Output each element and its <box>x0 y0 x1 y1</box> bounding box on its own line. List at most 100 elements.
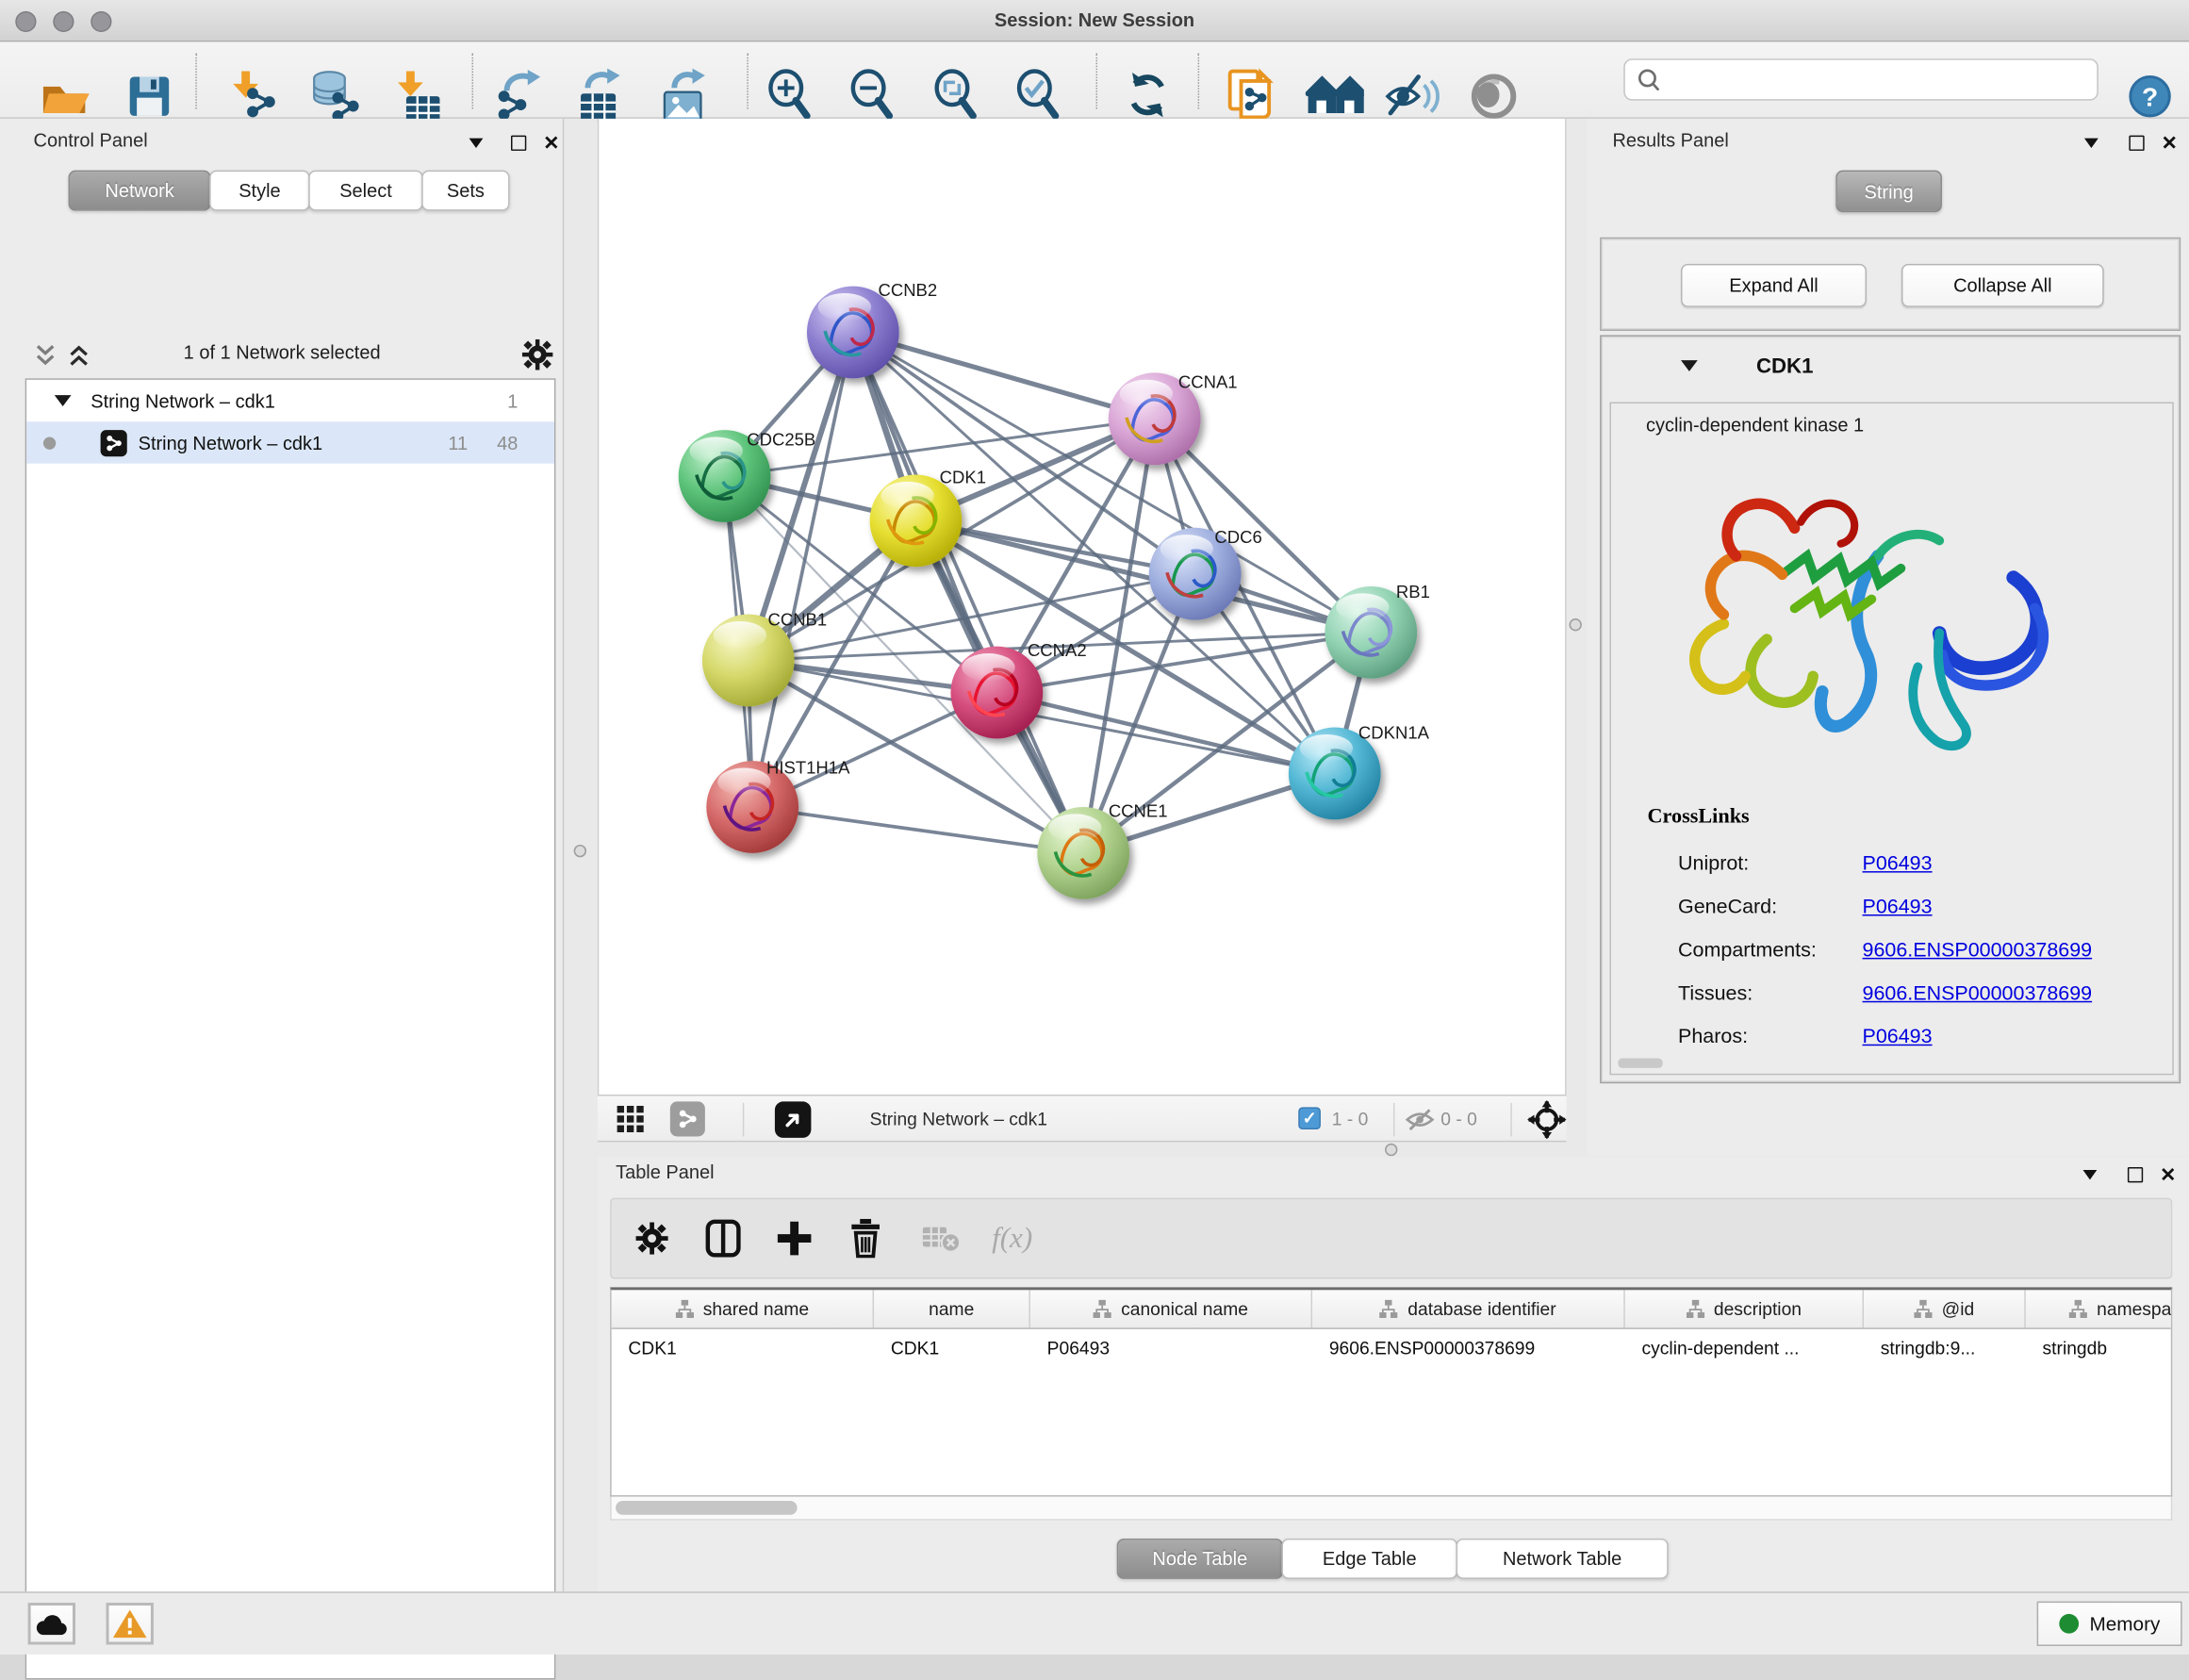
warning-status-icon[interactable] <box>107 1603 154 1644</box>
node-CCNA1[interactable]: CCNA1 <box>1109 372 1238 465</box>
table-panel-float-icon[interactable] <box>2122 1161 2148 1187</box>
expand-all-button[interactable]: Expand All <box>1681 264 1867 307</box>
tab-select[interactable]: Select <box>308 171 422 211</box>
hide-selected-eye-icon[interactable] <box>1384 67 1442 125</box>
node-CDKN1A[interactable]: CDKN1A <box>1289 722 1430 819</box>
crosslink-link[interactable]: P06493 <box>1863 1026 1933 1048</box>
network-view-title: String Network – cdk1 <box>870 1109 1047 1129</box>
delete-column-trash-icon[interactable] <box>848 1219 882 1258</box>
table-hscrollbar-thumb[interactable] <box>616 1501 798 1515</box>
results-panel-float-icon[interactable] <box>2123 130 2148 156</box>
tab-sets[interactable]: Sets <box>421 171 509 211</box>
clone-network-icon[interactable] <box>1223 67 1281 125</box>
export-table-icon[interactable] <box>571 67 630 125</box>
column-header-database-identifier[interactable]: database identifier <box>1312 1290 1625 1327</box>
network-icon <box>101 429 127 455</box>
toolbar-separator <box>195 53 196 108</box>
function-builder-icon[interactable]: f(x) <box>992 1221 1032 1256</box>
zoom-out-icon[interactable] <box>845 67 903 125</box>
node-CCNB2[interactable]: CCNB2 <box>807 280 937 378</box>
fit-selected-crosshair-icon[interactable] <box>1527 1100 1566 1139</box>
tab-edge-table[interactable]: Edge Table <box>1281 1539 1457 1579</box>
table-hscrollbar[interactable] <box>610 1497 2172 1521</box>
crosslink-link[interactable]: 9606.ENSP00000378699 <box>1863 940 2093 963</box>
birdseye-grid-icon[interactable] <box>617 1106 649 1134</box>
create-column-plus-icon[interactable] <box>776 1220 813 1257</box>
show-all-eye-icon[interactable] <box>1467 67 1525 125</box>
status-bar: Memory <box>0 1591 2189 1655</box>
tab-node-table[interactable]: Node Table <box>1117 1539 1283 1579</box>
node-RB1[interactable]: RB1 <box>1325 582 1430 679</box>
network-canvas[interactable]: CCNB2CCNA1CDC25BCDK1CDC6RB1CCNB1CCNA2CDK… <box>598 119 1567 1095</box>
column-header-namespace[interactable]: namespace <box>2026 1290 2172 1327</box>
column-header-canonical-name[interactable]: canonical name <box>1030 1290 1312 1327</box>
control-panel-close-icon[interactable]: ✕ <box>539 130 565 156</box>
gene-section-caret-icon[interactable] <box>1681 360 1698 371</box>
left-splitter[interactable] <box>564 119 598 1591</box>
column-header-id[interactable]: @id <box>1864 1290 2026 1327</box>
node-CCNA2[interactable]: CCNA2 <box>950 640 1086 738</box>
network-collection-row[interactable]: String Network – cdk1 1 <box>26 380 554 421</box>
network-overview-icon[interactable] <box>670 1101 705 1136</box>
network-options-gear-icon[interactable] <box>522 339 553 371</box>
tab-network-table[interactable]: Network Table <box>1457 1539 1669 1579</box>
zoom-selected-icon[interactable] <box>1011 67 1069 125</box>
import-table-file-icon[interactable] <box>389 67 448 125</box>
show-columns-icon[interactable] <box>705 1219 742 1258</box>
tab-style[interactable]: Style <box>209 171 310 211</box>
search-icon <box>1637 67 1662 92</box>
cloud-status-icon[interactable] <box>28 1603 75 1644</box>
results-scrollbar-thumb[interactable] <box>1618 1059 1662 1068</box>
gene-section-header[interactable]: CDK1 <box>1605 339 2177 392</box>
node-CCNE1[interactable]: CCNE1 <box>1037 800 1167 898</box>
node-HIST1H1A[interactable]: HIST1H1A <box>706 757 850 852</box>
crosslink-row-compartments: Compartments:9606.ENSP00000378699 <box>1611 940 2172 971</box>
right-splitter[interactable] <box>1567 119 1588 1142</box>
collapse-all-button[interactable]: Collapse All <box>1901 264 2104 307</box>
crosslink-link[interactable]: P06493 <box>1863 897 1933 919</box>
control-panel-float-icon[interactable] <box>505 130 531 156</box>
selected-checkbox-icon[interactable]: ✓ <box>1298 1107 1321 1129</box>
import-network-database-icon[interactable] <box>305 67 364 125</box>
tab-string[interactable]: String <box>1835 171 1942 212</box>
node-CDC6[interactable]: CDC6 <box>1149 527 1262 619</box>
column-header-description[interactable]: description <box>1625 1290 1864 1327</box>
collection-expand-caret-icon[interactable] <box>55 395 72 406</box>
network-selection-row: 1 of 1 Network selected <box>0 335 564 376</box>
crosslink-link[interactable]: P06493 <box>1863 853 1933 876</box>
network-label: String Network – cdk1 <box>139 432 323 453</box>
column-type-icon <box>2069 1300 2087 1318</box>
table-options-gear-icon[interactable] <box>635 1222 669 1256</box>
table-panel-menu-icon[interactable] <box>2078 1161 2103 1187</box>
help-icon[interactable]: ? <box>2120 67 2179 125</box>
table-panel-close-icon[interactable]: ✕ <box>2156 1161 2181 1187</box>
export-image-icon[interactable] <box>655 67 714 125</box>
search-input[interactable] <box>1661 68 2085 91</box>
column-header-shared-name[interactable]: shared name <box>612 1290 874 1327</box>
import-network-file-icon[interactable] <box>226 67 285 125</box>
table-tabs: Node TableEdge TableNetwork Table <box>598 1539 2189 1579</box>
zoom-in-icon[interactable] <box>763 67 821 125</box>
tab-network[interactable]: Network <box>69 171 211 211</box>
save-session-icon[interactable] <box>120 67 178 125</box>
cell-namespace: stringdb <box>2026 1338 2172 1359</box>
export-network-icon[interactable] <box>488 67 547 125</box>
table-row[interactable]: CDK1CDK1P064939606.ENSP00000378699cyclin… <box>612 1329 2171 1367</box>
open-session-icon[interactable] <box>35 67 93 125</box>
control-panel-menu-icon[interactable] <box>464 130 489 156</box>
crosslink-row-genecard: GeneCard:P06493 <box>1611 897 2172 928</box>
node-label-HIST1H1A: HIST1H1A <box>766 757 850 777</box>
zoom-fit-icon[interactable] <box>929 67 987 125</box>
network-row-selected[interactable]: String Network – cdk1 11 48 <box>26 421 554 463</box>
node-label-CCNE1: CCNE1 <box>1109 800 1168 820</box>
houses-icon[interactable] <box>1306 67 1364 125</box>
open-in-window-icon[interactable] <box>775 1101 812 1138</box>
results-panel-menu-icon[interactable] <box>2079 130 2104 156</box>
column-header-name[interactable]: name <box>874 1290 1030 1327</box>
crosslink-link[interactable]: 9606.ENSP00000378699 <box>1863 983 2093 1006</box>
refresh-icon[interactable] <box>1120 67 1178 125</box>
memory-button[interactable]: Memory <box>2037 1602 2182 1646</box>
delete-table-icon[interactable] <box>921 1223 960 1254</box>
node-table[interactable]: shared namenamecanonical namedatabase id… <box>610 1287 2172 1496</box>
results-panel-close-icon[interactable]: ✕ <box>2157 130 2182 156</box>
